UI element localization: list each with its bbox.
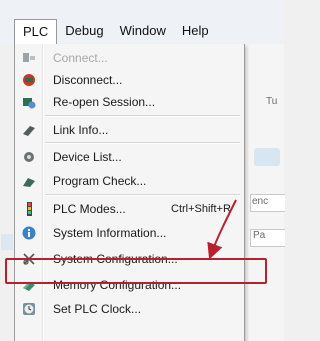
background-text-fragment: Pa [253, 230, 266, 241]
menu-item-system-information[interactable]: System Information... [15, 222, 244, 244]
menu-item-disconnect[interactable]: Disconnect... [15, 69, 244, 91]
program-check-icon [15, 173, 43, 189]
menu-item-label: Link Info... [53, 123, 109, 137]
link-info-icon [15, 122, 43, 138]
menu-item-label: Connect... [53, 51, 108, 65]
menu-item-label: Set PLC Clock... [53, 302, 142, 316]
menu-separator [45, 142, 240, 144]
menu-item-label: PLC Modes... [53, 202, 126, 216]
menu-separator [45, 194, 240, 196]
menu-item-label: System Information... [53, 226, 167, 240]
background-text-fragment: Tu [266, 96, 278, 107]
menu-bar: PLC Debug Window Help [0, 18, 283, 45]
menu-item-plc-modes[interactable]: PLC Modes... Ctrl+Shift+R [15, 198, 244, 220]
menu-item-label: Program Check... [53, 174, 147, 188]
menu-item-label: Re-open Session... [53, 95, 156, 109]
menu-plc[interactable]: PLC [14, 19, 58, 45]
system-information-icon [15, 225, 43, 241]
plc-dropdown-menu: Connect... Disconnect... Re-open Session… [14, 44, 245, 341]
disconnect-icon [15, 72, 43, 88]
menu-help[interactable]: Help [174, 19, 217, 43]
menu-item-connect[interactable]: Connect... [15, 47, 244, 69]
reopen-session-icon [15, 94, 43, 110]
set-plc-clock-icon [15, 301, 43, 317]
menu-debug[interactable]: Debug [57, 19, 111, 43]
background-text-fragment: enc [252, 196, 269, 207]
menu-separator [45, 115, 240, 117]
highlight-box [5, 258, 267, 284]
connect-icon [15, 50, 43, 66]
device-list-icon [15, 149, 43, 165]
menu-item-set-plc-clock[interactable]: Set PLC Clock... [15, 298, 244, 320]
menu-window[interactable]: Window [112, 19, 174, 43]
menu-item-program-check[interactable]: Program Check... [15, 170, 244, 192]
menu-item-device-list[interactable]: Device List... [15, 146, 244, 168]
background-toolbar-button [254, 148, 280, 166]
menu-item-label: Disconnect... [53, 73, 123, 87]
menu-item-reopen-session[interactable]: Re-open Session... [15, 91, 244, 113]
background-right-panel [243, 44, 285, 341]
menu-item-shortcut: Ctrl+Shift+R [171, 203, 231, 215]
background-left-panel [0, 44, 14, 341]
menu-item-label: Device List... [53, 150, 122, 164]
plc-modes-icon [15, 201, 43, 217]
menu-item-link-info[interactable]: Link Info... [15, 119, 244, 141]
